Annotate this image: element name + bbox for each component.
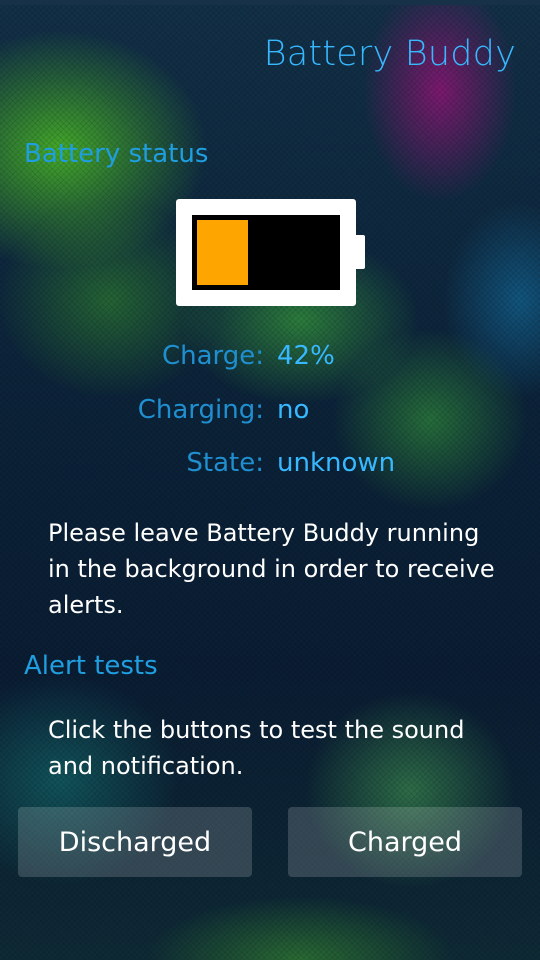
battery-status-section-header: Battery status xyxy=(24,139,209,169)
state-value: unknown xyxy=(277,448,396,478)
charge-label: Charge: xyxy=(161,341,264,371)
state-label: State: xyxy=(186,448,264,478)
discharged-button[interactable]: Discharged xyxy=(18,807,252,877)
battery-terminal xyxy=(354,235,365,269)
charge-value: 42% xyxy=(277,341,335,371)
page-title: Battery Buddy xyxy=(263,34,516,74)
discharged-button-label: Discharged xyxy=(58,826,212,858)
battery-icon xyxy=(176,199,356,306)
alert-tests-note: Click the buttons to test the sound and … xyxy=(48,716,465,780)
charged-button[interactable]: Charged xyxy=(288,807,522,877)
charged-button-label: Charged xyxy=(347,826,463,858)
background-running-note: Please leave Battery Buddy running in th… xyxy=(48,519,495,619)
battery-body xyxy=(192,215,340,290)
alert-tests-section-header: Alert tests xyxy=(24,651,158,681)
battery-charge-fill xyxy=(197,220,248,285)
charging-label: Charging: xyxy=(137,395,264,425)
charging-value: no xyxy=(277,395,310,425)
battery-page: Battery Buddy Battery status Charge: 42%… xyxy=(0,0,540,960)
